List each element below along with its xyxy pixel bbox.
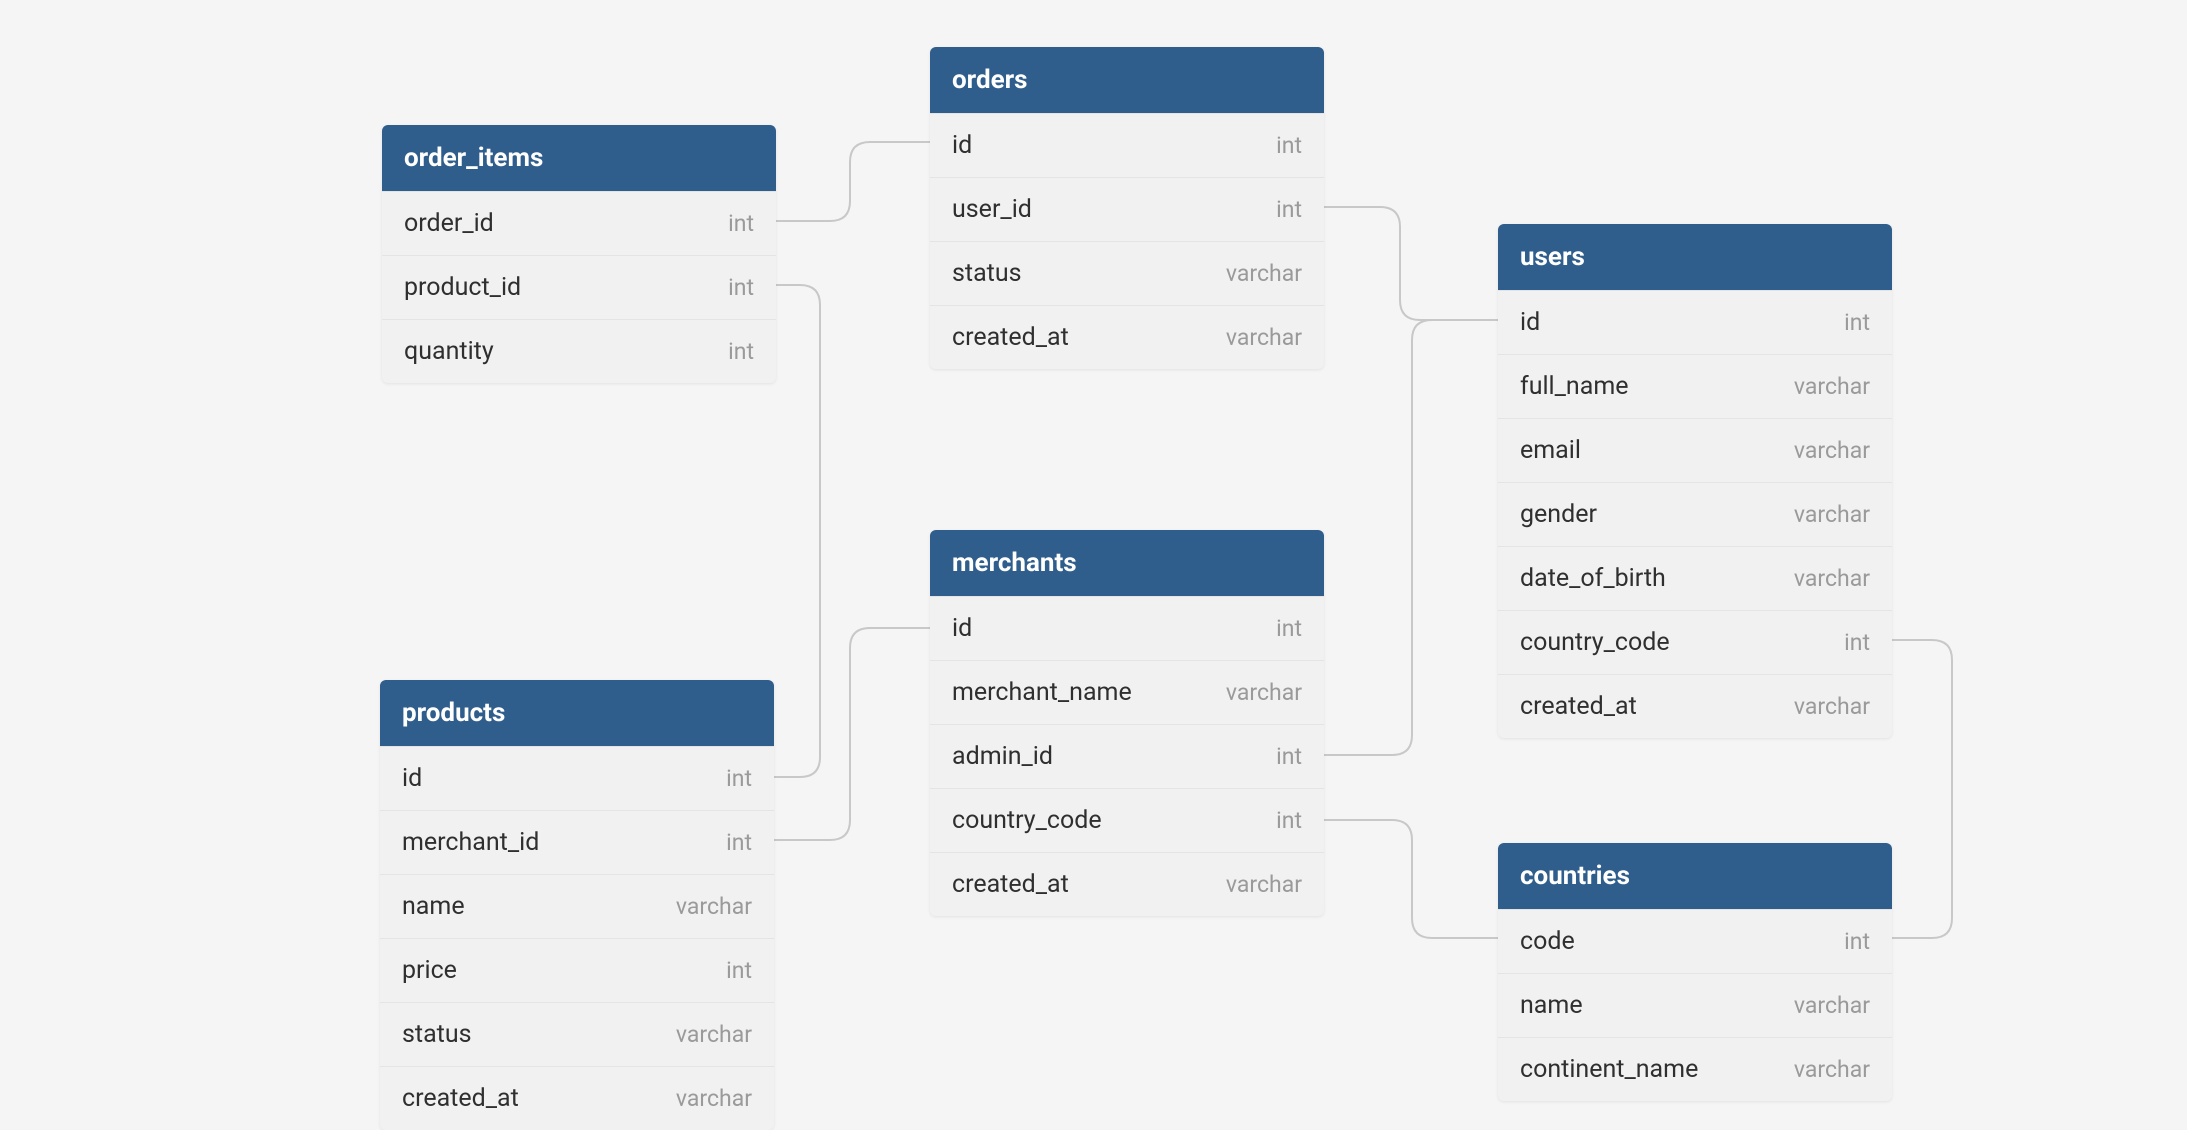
column-row[interactable]: created_at varchar: [930, 852, 1324, 916]
column-type: varchar: [1226, 871, 1302, 898]
column-name: id: [1520, 308, 1540, 337]
column-row[interactable]: quantity int: [382, 319, 776, 383]
column-name: quantity: [404, 337, 494, 366]
column-name: name: [1520, 991, 1583, 1020]
column-row[interactable]: product_id int: [382, 255, 776, 319]
column-type: int: [726, 829, 752, 856]
column-name: name: [402, 892, 465, 921]
column-type: varchar: [1794, 992, 1870, 1019]
column-row[interactable]: price int: [380, 938, 774, 1002]
column-name: created_at: [952, 870, 1069, 899]
column-name: country_code: [1520, 628, 1670, 657]
column-row[interactable]: created_at varchar: [1498, 674, 1892, 738]
column-name: price: [402, 956, 457, 985]
column-name: user_id: [952, 195, 1032, 224]
column-name: created_at: [952, 323, 1069, 352]
table-merchants[interactable]: merchants id int merchant_name varchar a…: [930, 530, 1324, 916]
column-type: int: [1844, 309, 1870, 336]
column-name: admin_id: [952, 742, 1053, 771]
column-name: merchant_name: [952, 678, 1132, 707]
column-row[interactable]: id int: [1498, 290, 1892, 354]
column-type: varchar: [1794, 693, 1870, 720]
column-type: int: [726, 957, 752, 984]
table-products[interactable]: products id int merchant_id int name var…: [380, 680, 774, 1130]
column-type: int: [728, 274, 754, 301]
column-name: id: [402, 764, 422, 793]
column-type: int: [1844, 629, 1870, 656]
column-type: varchar: [1226, 679, 1302, 706]
column-name: continent_name: [1520, 1055, 1698, 1084]
column-type: int: [1276, 615, 1302, 642]
column-type: int: [1276, 743, 1302, 770]
column-row[interactable]: id int: [930, 113, 1324, 177]
column-type: int: [1844, 928, 1870, 955]
table-countries[interactable]: countries code int name varchar continen…: [1498, 843, 1892, 1101]
table-users[interactable]: users id int full_name varchar email var…: [1498, 224, 1892, 738]
column-name: status: [402, 1020, 472, 1049]
column-name: full_name: [1520, 372, 1629, 401]
table-header[interactable]: products: [380, 680, 774, 746]
table-header[interactable]: countries: [1498, 843, 1892, 909]
column-type: varchar: [1794, 437, 1870, 464]
table-header[interactable]: users: [1498, 224, 1892, 290]
column-type: int: [1276, 196, 1302, 223]
column-type: varchar: [1226, 324, 1302, 351]
column-row[interactable]: country_code int: [930, 788, 1324, 852]
column-name: status: [952, 259, 1022, 288]
column-row[interactable]: status varchar: [380, 1002, 774, 1066]
table-header[interactable]: order_items: [382, 125, 776, 191]
column-row[interactable]: email varchar: [1498, 418, 1892, 482]
column-row[interactable]: merchant_name varchar: [930, 660, 1324, 724]
column-name: id: [952, 614, 972, 643]
column-row[interactable]: name varchar: [1498, 973, 1892, 1037]
column-type: int: [726, 765, 752, 792]
table-orders[interactable]: orders id int user_id int status varchar…: [930, 47, 1324, 369]
column-name: date_of_birth: [1520, 564, 1666, 593]
column-type: int: [728, 338, 754, 365]
column-type: varchar: [676, 1021, 752, 1048]
column-row[interactable]: created_at varchar: [930, 305, 1324, 369]
column-row[interactable]: gender varchar: [1498, 482, 1892, 546]
column-name: email: [1520, 436, 1581, 465]
column-row[interactable]: merchant_id int: [380, 810, 774, 874]
column-name: created_at: [1520, 692, 1637, 721]
table-header[interactable]: orders: [930, 47, 1324, 113]
column-name: product_id: [404, 273, 521, 302]
column-row[interactable]: country_code int: [1498, 610, 1892, 674]
column-name: country_code: [952, 806, 1102, 835]
table-order-items[interactable]: order_items order_id int product_id int …: [382, 125, 776, 383]
column-row[interactable]: order_id int: [382, 191, 776, 255]
column-row[interactable]: status varchar: [930, 241, 1324, 305]
column-type: int: [1276, 807, 1302, 834]
column-name: order_id: [404, 209, 494, 238]
column-row[interactable]: id int: [930, 596, 1324, 660]
column-type: varchar: [676, 1085, 752, 1112]
column-row[interactable]: name varchar: [380, 874, 774, 938]
column-type: varchar: [1794, 501, 1870, 528]
column-type: int: [728, 210, 754, 237]
column-name: merchant_id: [402, 828, 539, 857]
erd-canvas[interactable]: order_items order_id int product_id int …: [0, 0, 2187, 1121]
column-type: varchar: [1794, 1056, 1870, 1083]
column-row[interactable]: user_id int: [930, 177, 1324, 241]
column-row[interactable]: code int: [1498, 909, 1892, 973]
column-type: varchar: [1794, 565, 1870, 592]
column-name: code: [1520, 927, 1575, 956]
column-type: varchar: [676, 893, 752, 920]
column-name: id: [952, 131, 972, 160]
column-name: gender: [1520, 500, 1597, 529]
column-row[interactable]: date_of_birth varchar: [1498, 546, 1892, 610]
column-row[interactable]: created_at varchar: [380, 1066, 774, 1130]
column-type: int: [1276, 132, 1302, 159]
column-row[interactable]: admin_id int: [930, 724, 1324, 788]
column-row[interactable]: full_name varchar: [1498, 354, 1892, 418]
column-type: varchar: [1794, 373, 1870, 400]
column-row[interactable]: continent_name varchar: [1498, 1037, 1892, 1101]
column-row[interactable]: id int: [380, 746, 774, 810]
column-type: varchar: [1226, 260, 1302, 287]
column-name: created_at: [402, 1084, 519, 1113]
table-header[interactable]: merchants: [930, 530, 1324, 596]
